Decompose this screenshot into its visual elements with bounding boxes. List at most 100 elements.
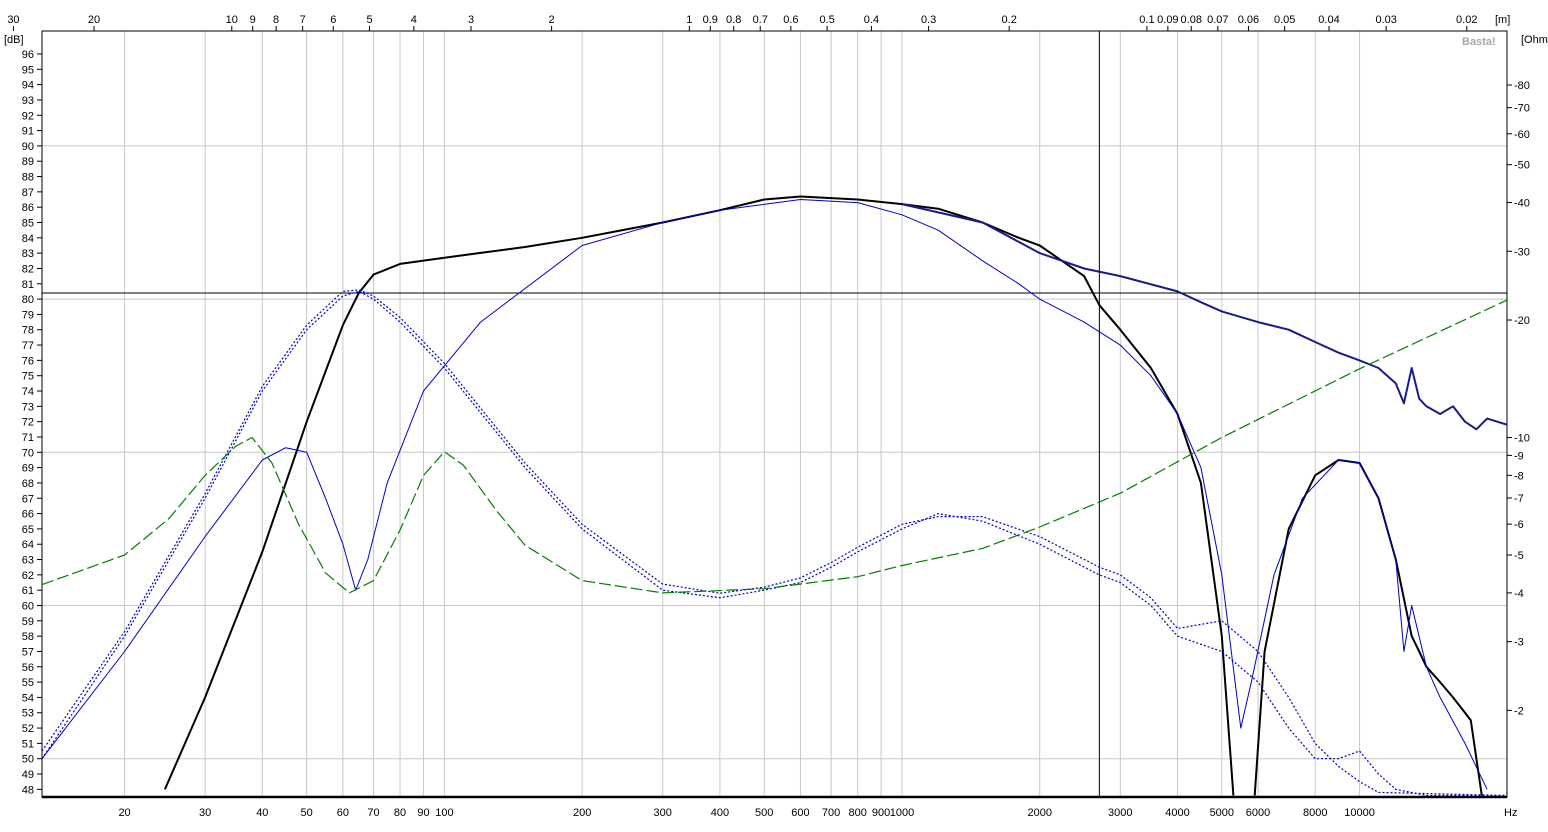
- y-tick-label: 87: [22, 187, 34, 199]
- x-tick-label: 8000: [1303, 807, 1327, 819]
- y-tick-label: 85: [22, 218, 34, 230]
- y-tick-label: 67: [22, 493, 34, 505]
- y-tick-label: 70: [22, 447, 34, 459]
- ohm-tick-label: -4: [1514, 588, 1524, 600]
- y-tick-label: 81: [22, 279, 34, 291]
- y-tick-label: 54: [22, 692, 34, 704]
- wavelength-tick-label: 5: [366, 14, 372, 26]
- x-tick-label: 200: [573, 807, 591, 819]
- ohm-tick-label: -40: [1514, 198, 1530, 210]
- y-tick-label: 88: [22, 172, 34, 184]
- y-tick-label: 93: [22, 95, 34, 107]
- y-tick-label: 49: [22, 769, 34, 781]
- y-tick-label: 69: [22, 463, 34, 475]
- x-tick-label: 900: [872, 807, 890, 819]
- ohm-tick-label: -60: [1514, 129, 1530, 141]
- y-tick-label: 76: [22, 355, 34, 367]
- x-tick-label: 60: [337, 807, 349, 819]
- x-tick-label: 70: [367, 807, 379, 819]
- ohm-tick-label: -10: [1514, 433, 1530, 445]
- ohm-tick-label: -8: [1514, 470, 1524, 482]
- wavelength-tick-label: 0.6: [783, 14, 798, 26]
- y-tick-label: 66: [22, 509, 34, 521]
- y-tick-label: 95: [22, 64, 34, 76]
- y-tick-label: 86: [22, 202, 34, 214]
- y-tick-label: 58: [22, 631, 34, 643]
- tick-labels: 20 30 40 50 60 70 80 90 100 200 300 400 500 600 700 800…: [4, 14, 1548, 819]
- wavelength-tick-label: 0.05: [1274, 14, 1295, 26]
- wavelength-tick-label: 8: [273, 14, 279, 26]
- wavelength-tick-label: 4: [411, 14, 417, 26]
- y-tick-label: 68: [22, 478, 34, 490]
- x-tick-label: 300: [654, 807, 672, 819]
- x-tick-label: 5000: [1210, 807, 1234, 819]
- y-tick-label: 71: [22, 432, 34, 444]
- y-tick-label: 63: [22, 555, 34, 567]
- series-group: [42, 195, 1507, 797]
- x-tick-label: 90: [417, 807, 429, 819]
- watermark: Basta!: [1462, 36, 1496, 48]
- series-line-2: [1253, 459, 1483, 796]
- x-tick-label: 6000: [1246, 807, 1270, 819]
- x-tick-label: 4000: [1165, 807, 1189, 819]
- y-tick-label: 78: [22, 325, 34, 337]
- left-axis-unit: [dB]: [4, 34, 24, 46]
- ohm-tick-label: -20: [1514, 315, 1530, 327]
- ohm-tick-label: -30: [1514, 246, 1530, 258]
- ohm-tick-label: -6: [1514, 519, 1524, 531]
- wavelength-tick-label: 10: [226, 14, 238, 26]
- ohm-tick-label: -5: [1514, 550, 1524, 562]
- x-tick-label: 30: [199, 807, 211, 819]
- y-tick-label: 50: [22, 754, 34, 766]
- y-tick-label: 61: [22, 585, 34, 597]
- ohm-tick-label: -9: [1514, 450, 1524, 462]
- y-tick-label: 62: [22, 570, 34, 582]
- wavelength-tick-label: 1: [686, 14, 692, 26]
- y-tick-label: 82: [22, 263, 34, 275]
- wavelength-tick-label: 0.3: [921, 14, 936, 26]
- x-tick-label: 700: [822, 807, 840, 819]
- series-line-5: [42, 290, 1507, 797]
- grid: [42, 31, 1507, 797]
- wavelength-tick-label: 3: [468, 14, 474, 26]
- wavelength-tick-label: 0.5: [819, 14, 834, 26]
- y-tick-label: 72: [22, 417, 34, 429]
- frequency-response-chart: 20 30 40 50 60 70 80 90 100 200 300 400 500 600 700 800…: [4, 14, 1548, 819]
- y-tick-label: 65: [22, 524, 34, 536]
- x-tick-label: 2000: [1027, 807, 1051, 819]
- x-tick-label: 50: [301, 807, 313, 819]
- wavelength-tick-label: 0.1: [1139, 14, 1154, 26]
- x-tick-label: 600: [791, 807, 809, 819]
- x-tick-label: 100: [435, 807, 453, 819]
- wavelength-tick-label: 0.9: [703, 14, 718, 26]
- y-tick-label: 80: [22, 294, 34, 306]
- x-tick-label: 1000: [890, 807, 914, 819]
- x-tick-label: 40: [256, 807, 268, 819]
- wavelength-tick-label: 0.07: [1207, 14, 1228, 26]
- y-tick-label: 75: [22, 371, 34, 383]
- series-line-6: [42, 289, 1507, 797]
- wavelength-tick-label: 30: [7, 14, 19, 26]
- y-tick-label: 73: [22, 401, 34, 413]
- ohm-tick-label: -50: [1514, 160, 1530, 172]
- x-tick-label: 800: [848, 807, 866, 819]
- y-tick-label: 56: [22, 662, 34, 674]
- y-tick-label: 74: [22, 386, 34, 398]
- wavelength-tick-label: 20: [88, 14, 100, 26]
- y-tick-label: 59: [22, 616, 34, 628]
- wavelength-tick-label: 0.4: [864, 14, 879, 26]
- bottom-axis-unit: Hz: [1504, 807, 1517, 819]
- y-tick-label: 60: [22, 601, 34, 613]
- y-tick-label: 55: [22, 677, 34, 689]
- wavelength-tick-label: 0.09: [1157, 14, 1178, 26]
- ohm-tick-label: -70: [1514, 103, 1530, 115]
- wavelength-tick-label: 0.08: [1181, 14, 1202, 26]
- right-axis-unit: [Ohm]: [1521, 34, 1548, 46]
- x-tick-label: 10000: [1344, 807, 1375, 819]
- y-tick-label: 94: [22, 80, 34, 92]
- x-tick-label: 80: [394, 807, 406, 819]
- wavelength-tick-label: 0.06: [1238, 14, 1259, 26]
- wavelength-tick-label: 0.02: [1456, 14, 1477, 26]
- ohm-tick-label: -80: [1514, 80, 1530, 92]
- wavelength-tick-label: 9: [250, 14, 256, 26]
